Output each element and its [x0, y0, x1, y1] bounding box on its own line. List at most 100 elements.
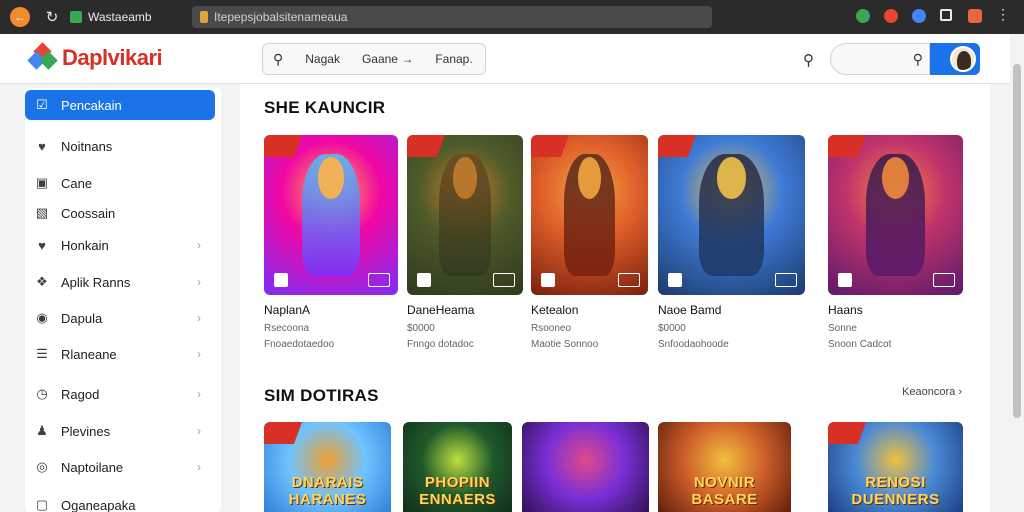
app-logo[interactable]: Daplvikari	[27, 42, 163, 71]
game-card[interactable]: Haans Sonne Snoon Cadcot	[828, 135, 963, 350]
menu-icon[interactable]: ⋮	[996, 6, 1010, 22]
sidebar-item-label: Aplik Ranns	[61, 274, 131, 290]
sidebar-item-label: Noitnans	[61, 138, 113, 154]
category-item[interactable]: Nagak	[305, 52, 340, 66]
extension-green-icon[interactable]	[856, 9, 870, 23]
list-icon: ☰	[36, 346, 48, 361]
search-icon[interactable]: ⚲	[803, 51, 814, 69]
sidebar-item[interactable]: ♥ Honkain ›	[25, 230, 215, 260]
app-header: Daplvikari ⚲ Nagak Gaane → Fanap. ⚲ ⚲	[0, 34, 1010, 84]
sidebar-item[interactable]: ❖ Aplik Ranns ›	[25, 267, 215, 297]
sidebar-item[interactable]: ▢ Oganeapaka	[25, 490, 215, 512]
ribbon-badge-icon	[264, 135, 302, 157]
search-icon[interactable]: ⚲	[913, 51, 923, 68]
reload-icon[interactable]: ↻	[42, 7, 62, 27]
game-card[interactable]: NOVNIR BASARE	[658, 422, 791, 512]
game-price: $0000	[658, 323, 686, 334]
character-head	[882, 157, 909, 199]
profile-icon[interactable]	[968, 9, 982, 23]
game-title[interactable]: Naoe Bamd	[658, 303, 805, 317]
platform-icon	[274, 273, 288, 287]
sidebar-item[interactable]: ▣ Cane	[25, 168, 215, 198]
sidebar-item[interactable]: ☰ Rlaneane ›	[25, 339, 215, 369]
rating-badge-icon	[493, 273, 515, 287]
heart-icon: ♥	[38, 237, 46, 253]
globe-icon: ◉	[36, 310, 48, 325]
user-account-button[interactable]	[930, 43, 980, 75]
game-publisher: Fnoaedotaedoo	[264, 339, 335, 350]
sidebar: ☑ Pencakain ♥ Noitnans ▣ Cane ▧ Coossain ♥ Honkai…	[25, 88, 221, 512]
browser-tab[interactable]: Wastaeamb	[70, 6, 152, 28]
game-card[interactable]: DaneHeama $0000 Fnngo dotadoc	[407, 135, 523, 350]
sidebar-item[interactable]: ◷ Ragod ›	[25, 379, 215, 409]
ribbon-badge-icon	[531, 135, 569, 157]
scrollbar-thumb[interactable]	[1013, 64, 1021, 418]
game-price: Rsecoona	[264, 323, 310, 334]
rating-badge-icon	[368, 273, 390, 287]
sidebar-item-label: Plevines	[61, 423, 111, 439]
game-thumbnail[interactable]: NOVNIR BASARE	[658, 422, 791, 512]
game-thumbnail[interactable]	[658, 135, 805, 295]
check-square-icon: ☑	[36, 97, 48, 112]
sidebar-panel-icon[interactable]	[940, 9, 952, 21]
category-selector[interactable]: ⚲ Nagak Gaane → Fanap.	[262, 43, 486, 75]
chevron-right-icon: ›	[197, 387, 201, 401]
game-title[interactable]: Ketealon	[531, 303, 648, 317]
ribbon-badge-icon	[407, 135, 445, 157]
address-bar[interactable]: Itepepsjobalsitenameaua	[192, 6, 712, 28]
extension-blue-icon[interactable]	[912, 9, 926, 23]
game-title[interactable]: Haans	[828, 303, 963, 317]
section-title: SHE KAUNCIR	[264, 98, 386, 117]
ribbon-badge-icon	[828, 422, 866, 444]
game-thumbnail[interactable]	[407, 135, 523, 295]
sidebar-item[interactable]: ▧ Coossain	[25, 198, 215, 228]
sidebar-item[interactable]: ♥ Noitnans	[25, 131, 215, 161]
game-price: Rsooneo	[531, 323, 572, 334]
back-button[interactable]: ←	[10, 7, 30, 27]
sidebar-item-label: Dapula	[61, 310, 103, 326]
game-thumbnail[interactable]: DNARAIS HARANES	[264, 422, 391, 512]
avatar[interactable]	[950, 46, 976, 72]
game-card[interactable]: Ketealon Rsooneo Maotie Sonnoo	[531, 135, 648, 350]
chevron-right-icon: ›	[197, 275, 201, 289]
category-item[interactable]: Fanap.	[435, 52, 472, 66]
see-all-link[interactable]: Keaoncora ›	[902, 386, 962, 398]
game-card[interactable]: NaplanA Rsecoona Fnoaedotaedoo	[264, 135, 398, 350]
game-title[interactable]: DaneHeama	[407, 303, 523, 317]
game-thumbnail[interactable]: RENOSI DUENNERS	[828, 422, 963, 512]
sidebar-item[interactable]: ◉ Dapula ›	[25, 303, 215, 333]
game-card[interactable]: PHOPIIN ENNAERS	[403, 422, 512, 512]
game-thumbnail[interactable]	[264, 135, 398, 295]
game-thumbnail[interactable]: PHOPIIN ENNAERS	[403, 422, 512, 512]
game-art-text: NOVNIR BASARE	[691, 473, 758, 508]
ribbon-badge-icon	[828, 135, 866, 157]
game-publisher: Snoon Cadcot	[828, 339, 892, 350]
character-head	[317, 157, 345, 199]
search-input[interactable]: ⚲	[830, 43, 930, 75]
sidebar-item[interactable]: ♟ Plevines ›	[25, 416, 215, 446]
extension-red-icon[interactable]	[884, 9, 898, 23]
game-thumbnail[interactable]	[522, 422, 649, 512]
clock-icon: ◷	[36, 386, 48, 401]
game-thumbnail[interactable]	[828, 135, 963, 295]
character-head	[453, 157, 477, 199]
heart-shield-icon: ♥	[38, 138, 46, 154]
category-item[interactable]: Gaane →	[362, 52, 413, 66]
game-title[interactable]: NaplanA	[264, 303, 398, 317]
game-card[interactable]: Naoe Bamd $0000 Snfoodaohoode	[658, 135, 805, 350]
sidebar-item[interactable]: ☑ Pencakain	[25, 90, 215, 120]
chevron-right-icon: ›	[197, 424, 201, 438]
tab-title: Wastaeamb	[88, 10, 152, 24]
game-card[interactable]	[522, 422, 649, 512]
rating-badge-icon	[618, 273, 640, 287]
game-price: Sonne	[828, 323, 857, 334]
game-thumbnail[interactable]	[531, 135, 648, 295]
settings-icon: ◎	[36, 459, 48, 474]
chevron-right-icon: ›	[197, 311, 201, 325]
sidebar-item[interactable]: ◎ Naptoilane ›	[25, 452, 215, 482]
game-card[interactable]: DNARAIS HARANES	[264, 422, 391, 512]
image-icon: ▧	[35, 205, 49, 220]
game-publisher: Fnngo dotadoc	[407, 339, 474, 350]
scrollbar[interactable]	[1010, 34, 1024, 512]
game-card[interactable]: RENOSI DUENNERS	[828, 422, 963, 512]
